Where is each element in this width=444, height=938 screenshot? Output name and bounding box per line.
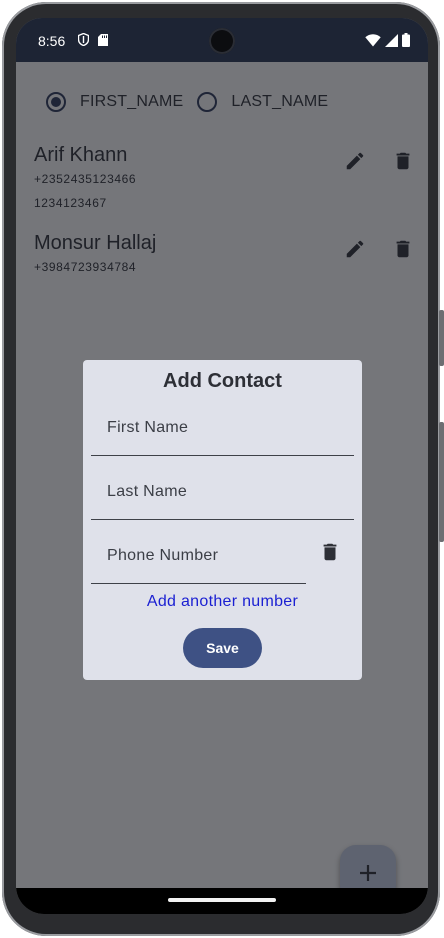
add-another-number-button[interactable]: Add another number [83, 593, 362, 611]
first-name-field [91, 400, 354, 456]
save-button[interactable]: Save [183, 628, 262, 668]
contact-actions [344, 238, 414, 260]
edit-icon[interactable] [344, 238, 366, 260]
front-camera [209, 28, 235, 54]
radio-last-name[interactable] [197, 92, 218, 112]
radio-first-name-label: FIRST_NAME [80, 93, 184, 110]
delete-icon[interactable] [392, 238, 414, 260]
phone-number-field [91, 528, 306, 584]
battery-icon [402, 33, 410, 47]
last-name-input[interactable] [91, 464, 354, 519]
phone-number-input[interactable] [91, 528, 306, 583]
contact-phone: +3984723934784 [34, 260, 137, 274]
last-name-field [91, 464, 354, 520]
dialog-title: Add Contact [163, 370, 282, 392]
contact-item[interactable]: Monsur Hallaj +3984723934784 [34, 232, 414, 274]
wifi-icon [365, 33, 381, 46]
status-bar: 8:56 [16, 18, 428, 62]
sort-options: FIRST_NAME LAST_NAME [46, 92, 342, 112]
contact-actions [344, 150, 414, 172]
navigation-bar [16, 888, 428, 914]
contact-item[interactable]: Arif Khann +2352435123466 1234123467 [34, 144, 414, 210]
plus-icon [360, 865, 376, 881]
radio-last-name-label: LAST_NAME [231, 93, 329, 110]
delete-number-icon[interactable] [319, 540, 341, 564]
add-contact-dialog: Add Contact Add another number Save [83, 360, 362, 680]
delete-icon[interactable] [392, 150, 414, 172]
power-button [439, 310, 444, 366]
screen: 8:56 FIRST_NAME LAST_NAME Arif Khann +23… [16, 18, 428, 914]
radio-first-name[interactable] [46, 92, 66, 112]
status-icons [365, 33, 410, 47]
contacts-screen: FIRST_NAME LAST_NAME Arif Khann +2352435… [16, 62, 428, 901]
contact-phone: 1234123467 [34, 196, 107, 210]
sd-card-icon [98, 34, 108, 46]
home-gesture-handle[interactable] [168, 898, 276, 902]
status-time: 8:56 [38, 33, 66, 49]
shield-icon [78, 33, 89, 46]
signal-icon [385, 33, 398, 47]
edit-icon[interactable] [344, 150, 366, 172]
device-frame: 8:56 FIRST_NAME LAST_NAME Arif Khann +23… [2, 2, 444, 936]
first-name-input[interactable] [91, 400, 354, 455]
volume-button [439, 422, 444, 542]
contact-phone: +2352435123466 [34, 172, 137, 186]
